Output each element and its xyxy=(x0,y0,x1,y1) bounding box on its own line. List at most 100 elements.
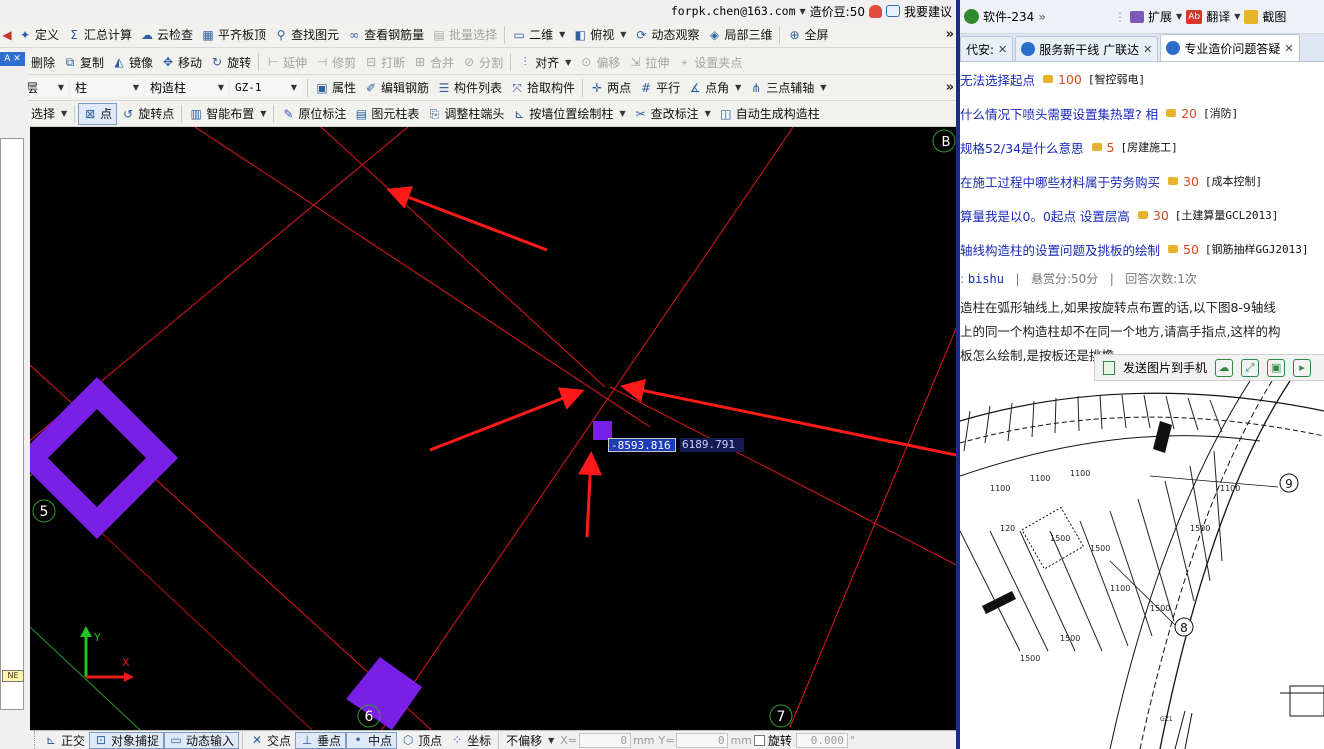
question-category[interactable]: [房建施工] xyxy=(1120,139,1177,155)
suggest-link[interactable]: 我要建议 xyxy=(904,3,952,20)
offset-mode-select[interactable]: 不偏移 ▼ xyxy=(502,732,558,749)
more-chevron-icon[interactable]: » xyxy=(1038,10,1046,24)
y-offset-input[interactable]: 0 xyxy=(676,732,729,748)
copy-button[interactable]: ⧉ 复制 xyxy=(59,51,108,73)
top-view-button[interactable]: ◧ 俯视 ▼ xyxy=(569,24,630,46)
browser-tab[interactable]: 专业造价问题答疑 ✕ xyxy=(1160,34,1300,61)
split-button[interactable]: ⊘ 分割 xyxy=(458,51,507,73)
define-button[interactable]: ✦ 定义 xyxy=(14,24,63,46)
point-angle-button[interactable]: ∡ 点角 ▼ xyxy=(684,77,745,99)
component-select[interactable]: GZ-1 ▼ xyxy=(231,78,301,97)
question-category[interactable]: [成本控制] xyxy=(1205,173,1262,189)
question-link[interactable]: 算量我是以0。0起点 设置层高 xyxy=(960,206,1130,225)
set-grip-button[interactable]: ⌖ 设置夹点 xyxy=(673,51,746,73)
parallel-button[interactable]: # 平行 xyxy=(635,77,684,99)
pick-component-button[interactable]: ⤧ 拾取构件 xyxy=(506,77,579,99)
translate-dropdown-icon[interactable]: ▼ xyxy=(1234,12,1240,21)
question-link[interactable]: 规格52/34是什么意思 xyxy=(960,138,1084,157)
x-offset-input[interactable]: 0 xyxy=(579,732,632,748)
rotate-input[interactable]: 0.000 xyxy=(795,732,848,748)
extend-button[interactable]: ⊢ 延伸 xyxy=(262,51,311,73)
software-link[interactable]: 软件-234 xyxy=(983,8,1034,25)
question-link[interactable]: 无法选择起点 xyxy=(960,70,1035,89)
sigma-button[interactable]: Σ 汇总计算 xyxy=(63,24,136,46)
browser-tab[interactable]: 代安: ✕ xyxy=(960,36,1014,61)
three-point-aux-button[interactable]: ⋔ 三点辅轴 ▼ xyxy=(745,77,830,99)
auto-generate-button[interactable]: ◫ 自动生成构造柱 xyxy=(715,103,824,125)
binoculars-button[interactable]: ⚲ 查找图元 xyxy=(270,24,343,46)
stretch-button[interactable]: ⇲ 拉伸 xyxy=(624,51,673,73)
save-image-icon[interactable]: ▣ xyxy=(1267,358,1286,377)
vertex-button[interactable]: ⬡ 顶点 xyxy=(397,732,446,749)
point-button[interactable]: ⊠ 点 xyxy=(78,102,118,125)
cloud-check-button[interactable]: ☁ 云检查 xyxy=(136,24,197,46)
properties-button[interactable]: ▣ 属性 xyxy=(311,77,360,99)
drawing-canvas[interactable]: 5 6 7 B Y X -8593.816 6189.791 xyxy=(30,127,956,730)
intersection-button[interactable]: ✕ 交点 xyxy=(246,732,295,749)
translate-button[interactable]: 翻译 xyxy=(1206,8,1230,25)
send-to-phone-button[interactable]: 发送图片到手机 xyxy=(1123,359,1207,376)
notification-bell-icon[interactable] xyxy=(868,4,882,18)
trim-button[interactable]: ⊣ 修剪 xyxy=(311,51,360,73)
more-image-icon[interactable]: ▸ xyxy=(1293,358,1312,377)
fullscreen-button[interactable]: ⊕ 全屏 xyxy=(783,24,832,46)
object-snap-button[interactable]: ⊡ 对象捕捉 xyxy=(89,731,165,749)
component-list-button[interactable]: ☰ 构件列表 xyxy=(433,77,506,99)
dynamic-input-button[interactable]: ▭ 动态输入 xyxy=(164,731,240,749)
align-button[interactable]: ⫶ 对齐 ▼ xyxy=(514,51,575,73)
question-category[interactable]: [钢筋抽样GGJ2013] xyxy=(1205,241,1309,257)
coordinate-button[interactable]: ⁘ 坐标 xyxy=(446,732,495,749)
close-tab-icon[interactable]: ✕ xyxy=(998,43,1007,56)
extensions-button[interactable]: 扩展 xyxy=(1148,8,1172,25)
type-select[interactable]: 构造柱 ▼ xyxy=(146,78,228,97)
rotate-button[interactable]: ↻ 旋转 xyxy=(206,51,255,73)
category-select[interactable]: 柱 ▼ xyxy=(71,78,143,97)
flat-slab-button[interactable]: ▦ 平齐板顶 xyxy=(197,24,270,46)
column-table-button[interactable]: ▤ 图元柱表 xyxy=(350,103,423,125)
modify-label-button[interactable]: ✂ 查改标注 ▼ xyxy=(630,103,715,125)
question-link[interactable]: 什么情况下喷头需要设置集热罩? 相 xyxy=(960,104,1158,123)
move-button[interactable]: ✥ 移动 xyxy=(157,51,206,73)
break-button[interactable]: ⊟ 打断 xyxy=(360,51,409,73)
local-3d-button[interactable]: ◈ 局部三维 xyxy=(703,24,776,46)
expand-icon[interactable]: ⤢ xyxy=(1241,358,1260,377)
dynamic-input-y[interactable]: 6189.791 xyxy=(680,438,744,452)
close-tab-icon[interactable]: ✕ xyxy=(1143,43,1152,56)
question-image[interactable]: 1100 1100 1100 120 1500 1500 1100 1500 1500 15… xyxy=(960,380,1324,749)
smart-layout-button[interactable]: ▥ 智能布置 ▼ xyxy=(185,103,270,125)
asker-username[interactable]: bishu xyxy=(968,272,1004,286)
left-panel-tab[interactable]: A ✕ xyxy=(0,52,25,66)
ortho-button[interactable]: ⊾ 正交 xyxy=(40,732,89,749)
extensions-dropdown-icon[interactable]: ▼ xyxy=(1176,12,1182,21)
question-link[interactable]: 在施工过程中哪些材料属于劳务购买 xyxy=(960,172,1160,191)
edit-rebar-button[interactable]: ✐ 编辑钢筋 xyxy=(360,77,433,99)
browser-tab[interactable]: 服务新干线 广联达 ✕ xyxy=(1015,36,1159,61)
toolbar-left-arrow-icon[interactable]: ◀ xyxy=(0,28,14,42)
suggestion-icon[interactable] xyxy=(885,5,900,17)
merge-button[interactable]: ⊞ 合并 xyxy=(409,51,458,73)
two-point-button[interactable]: ✛ 两点 xyxy=(586,77,635,99)
rotate-point-button[interactable]: ↺ 旋转点 xyxy=(117,103,178,125)
perpendicular-button[interactable]: ⊥ 垂点 xyxy=(295,731,347,749)
rotate-checkbox[interactable] xyxy=(753,734,765,746)
2d-view-button[interactable]: ▭ 二维 ▼ xyxy=(508,24,569,46)
user-menu-arrow-icon[interactable]: ▼ xyxy=(800,7,806,16)
draw-by-wall-button[interactable]: ⊾ 按墙位置绘制柱 ▼ xyxy=(508,103,629,125)
adjust-column-end-button[interactable]: ⎘ 调整柱端头 xyxy=(423,103,508,125)
close-tab-icon[interactable]: ✕ xyxy=(1284,42,1293,55)
user-email[interactable]: forpk.chen@163.com xyxy=(671,4,796,18)
question-category[interactable]: [智控弱电] xyxy=(1088,71,1145,87)
screenshot-button[interactable]: 截图 xyxy=(1262,8,1286,25)
ne-icon[interactable]: NE xyxy=(2,670,24,682)
mirror-button[interactable]: ◭ 镜像 xyxy=(108,51,157,73)
dynamic-input-x[interactable]: -8593.816 xyxy=(608,438,676,452)
question-link[interactable]: 轴线构造柱的设置问题及挑板的绘制 xyxy=(960,240,1160,259)
offset-button[interactable]: ⊙ 偏移 xyxy=(575,51,624,73)
in-place-label-button[interactable]: ✎ 原位标注 xyxy=(277,103,350,125)
batch-select-button[interactable]: ▤ 批量选择 xyxy=(428,24,501,46)
question-category[interactable]: [消防] xyxy=(1203,105,1238,121)
dynamic-view-button[interactable]: ⟳ 动态观察 xyxy=(630,24,703,46)
rebar-view-button[interactable]: ∞ 查看钢筋量 xyxy=(343,24,428,46)
cloud-save-icon[interactable]: ☁ xyxy=(1215,358,1234,377)
question-category[interactable]: [土建算量GCL2013] xyxy=(1175,207,1279,223)
